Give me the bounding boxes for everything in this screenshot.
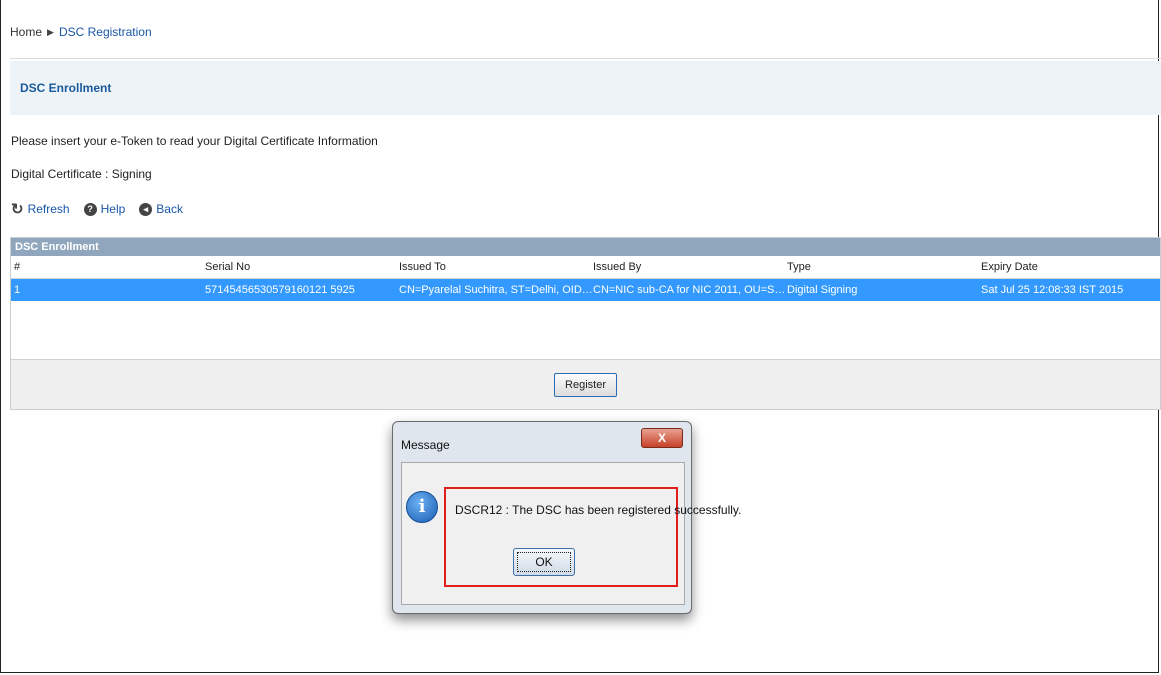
page-title: DSC Enrollment	[10, 61, 1161, 115]
breadcrumb: Home ▶ DSC Registration	[10, 6, 1161, 59]
help-icon: ?	[83, 202, 97, 216]
cell-number: 1	[14, 284, 21, 296]
refresh-icon: ↻	[11, 201, 24, 218]
ok-button[interactable]: OK	[513, 548, 575, 576]
close-button[interactable]: X	[641, 428, 683, 448]
dialog-message: DSCR12 : The DSC has been registered suc…	[455, 503, 742, 517]
dialog-body: i DSCR12 : The DSC has been registered s…	[401, 462, 741, 605]
column-header-issued-by[interactable]: Issued By	[593, 256, 787, 278]
breadcrumb-home[interactable]: Home	[10, 25, 42, 39]
breadcrumb-current[interactable]: DSC Registration	[59, 25, 152, 39]
grid-header: # Serial No Issued To Issued By Type Exp…	[11, 256, 1160, 279]
refresh-label: Refresh	[27, 202, 70, 216]
cell-expiry: Sat Jul 25 12:08:33 IST 2015	[981, 284, 1124, 296]
dsc-grid: DSC Enrollment # Serial No Issued To Iss…	[10, 237, 1161, 410]
refresh-button[interactable]: ↻ Refresh	[11, 200, 70, 218]
help-button[interactable]: ? Help	[83, 200, 126, 218]
back-button[interactable]: ◂ Back	[139, 200, 183, 218]
certificate-type-label: Digital Certificate : Signing	[11, 167, 152, 181]
cell-issued-to: CN=Pyarelal Suchitra, ST=Delhi, OID.2.5.…	[399, 284, 593, 296]
grid-footer: Register	[11, 359, 1160, 409]
column-header-serial[interactable]: Serial No	[205, 256, 399, 278]
column-header-issued-to[interactable]: Issued To	[399, 256, 593, 278]
column-header-type[interactable]: Type	[787, 256, 981, 278]
help-label: Help	[100, 202, 126, 216]
table-row[interactable]: 1 57145456530579160121 5925 CN=Pyarelal …	[11, 279, 1160, 301]
column-header-number[interactable]: #	[11, 256, 205, 278]
register-button[interactable]: Register	[554, 372, 617, 397]
info-text: Please insert your e-Token to read your …	[11, 134, 378, 148]
dialog-title: Message	[401, 438, 450, 452]
action-bar: ↻ Refresh ? Help ◂ Back	[11, 200, 183, 218]
back-icon: ◂	[139, 202, 153, 216]
message-dialog: Message X i DSCR12 : The DSC has been re…	[392, 421, 741, 614]
breadcrumb-separator-icon: ▶	[47, 26, 54, 37]
cell-issued-by: CN=NIC sub-CA for NIC 2011, OU=Sub-CA...	[593, 284, 787, 296]
back-label: Back	[156, 202, 183, 216]
cell-type: Digital Signing	[787, 284, 858, 296]
grid-title: DSC Enrollment	[11, 238, 1160, 256]
cell-serial: 57145456530579160121 5925	[205, 284, 355, 296]
column-header-expiry[interactable]: Expiry Date	[981, 256, 1160, 278]
info-icon: i	[406, 491, 438, 523]
